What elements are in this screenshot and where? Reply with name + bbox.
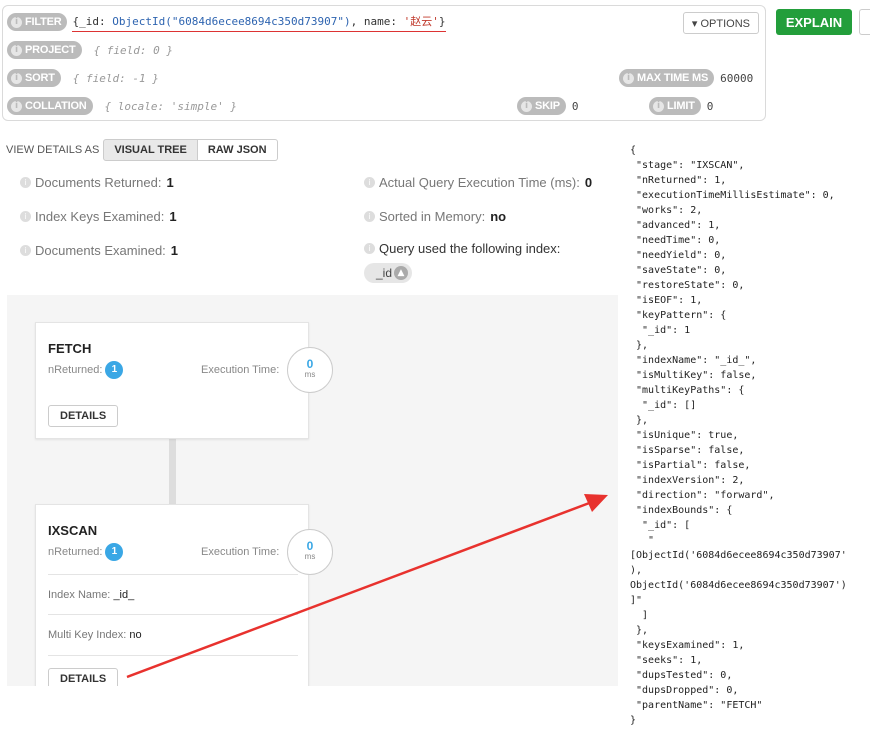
- explain-summary: i Documents Returned: 1 i Index Keys Examin…: [7, 167, 618, 295]
- arrow-up-icon: ▲: [394, 266, 409, 280]
- stage-title: IXSCAN: [48, 523, 98, 538]
- info-icon: i: [364, 243, 375, 254]
- max-time-input[interactable]: 60000: [720, 72, 753, 85]
- keys-examined-stat: i Index Keys Examined: 1: [20, 209, 177, 224]
- nreturned-badge: 1: [105, 361, 124, 379]
- details-button[interactable]: DETAILS: [48, 405, 119, 427]
- view-details-toggle: VIEW DETAILS AS VISUAL TREE RAW JSON: [6, 139, 278, 161]
- max-time-pill[interactable]: i MAX TIME MS: [619, 69, 715, 87]
- filter-pill[interactable]: i FILTER: [7, 13, 68, 31]
- docs-examined-stat: i Documents Examined: 1: [20, 243, 178, 258]
- info-icon: i: [11, 100, 22, 112]
- stage-connector: [169, 439, 176, 504]
- execution-time-clock: 0 ms: [287, 347, 333, 393]
- sort-row: i SORT { field: -1 }: [7, 66, 159, 90]
- project-pill[interactable]: i PROJECT: [7, 41, 82, 59]
- index-used-stat: i Query used the following index:: [364, 241, 560, 256]
- nreturned-badge: 1: [105, 543, 124, 561]
- crop-area: [0, 686, 618, 739]
- skip-input[interactable]: 0: [572, 100, 579, 113]
- info-icon: i: [20, 245, 31, 256]
- nreturned: nReturned: 1: [48, 361, 124, 379]
- max-time-row: i MAX TIME MS 60000: [619, 66, 753, 90]
- nreturned: nReturned: 1: [48, 543, 124, 561]
- skip-pill[interactable]: i SKIP: [517, 97, 566, 115]
- visual-tree-button[interactable]: VISUAL TREE: [103, 139, 198, 161]
- info-icon: i: [20, 211, 31, 222]
- sort-pill[interactable]: i SORT: [7, 69, 61, 87]
- info-icon: i: [521, 100, 532, 112]
- index-name-field: Index Name: _id_: [48, 589, 135, 601]
- skip-row: i SKIP 0: [517, 94, 579, 118]
- collation-pill[interactable]: i COLLATION: [7, 97, 93, 115]
- stage-card-ixscan: IXSCAN nReturned: 1 Execution Time: 0 ms …: [35, 504, 333, 704]
- divider: [48, 574, 298, 575]
- info-icon: i: [11, 16, 22, 28]
- limit-row: i LIMIT 0: [649, 94, 713, 118]
- collation-input[interactable]: { locale: 'simple' }: [105, 100, 237, 113]
- execution-time-label: Execution Time:: [201, 546, 280, 558]
- stage-card-fetch: FETCH nReturned: 1 Execution Time: 0 ms D…: [35, 322, 333, 439]
- info-icon: i: [11, 72, 22, 84]
- project-input[interactable]: { field: 0 }: [94, 44, 173, 57]
- info-icon: i: [623, 72, 634, 84]
- info-icon: i: [653, 100, 664, 112]
- view-details-label: VIEW DETAILS AS: [6, 144, 100, 156]
- limit-pill[interactable]: i LIMIT: [649, 97, 701, 115]
- divider: [48, 655, 298, 656]
- sorted-in-memory-stat: i Sorted in Memory: no: [364, 209, 506, 224]
- info-icon: i: [364, 177, 375, 188]
- options-button[interactable]: ▾ OPTIONS: [682, 12, 759, 34]
- info-icon: i: [11, 44, 22, 56]
- reset-button[interactable]: [859, 9, 870, 35]
- execution-time-clock: 0 ms: [287, 529, 333, 575]
- explain-button[interactable]: EXPLAIN: [776, 9, 852, 35]
- index-badge[interactable]: _id ▲: [364, 263, 413, 283]
- project-row: i PROJECT { field: 0 }: [7, 38, 173, 62]
- query-bar: i FILTER {_id: ObjectId("6084d6ecee8694c3…: [2, 5, 766, 121]
- multi-key-field: Multi Key Index: no: [48, 629, 142, 641]
- collation-row: i COLLATION { locale: 'simple' }: [7, 94, 237, 118]
- raw-json-panel: { "stage": "IXSCAN", "nReturned": 1, "ex…: [618, 133, 870, 739]
- exec-time-stat: i Actual Query Execution Time (ms): 0: [364, 175, 592, 190]
- limit-input[interactable]: 0: [707, 100, 714, 113]
- sort-input[interactable]: { field: -1 }: [73, 72, 159, 85]
- info-icon: i: [364, 211, 375, 222]
- execution-time-label: Execution Time:: [201, 364, 280, 376]
- divider: [48, 614, 298, 615]
- filter-input[interactable]: {_id: ObjectId("6084d6ecee8694c350d73907…: [72, 13, 446, 32]
- raw-json-button[interactable]: RAW JSON: [197, 139, 278, 161]
- stage-title: FETCH: [48, 341, 92, 356]
- filter-row: i FILTER {_id: ObjectId("6084d6ecee8694c3…: [7, 10, 446, 34]
- info-icon: i: [20, 177, 31, 188]
- docs-returned-stat: i Documents Returned: 1: [20, 175, 174, 190]
